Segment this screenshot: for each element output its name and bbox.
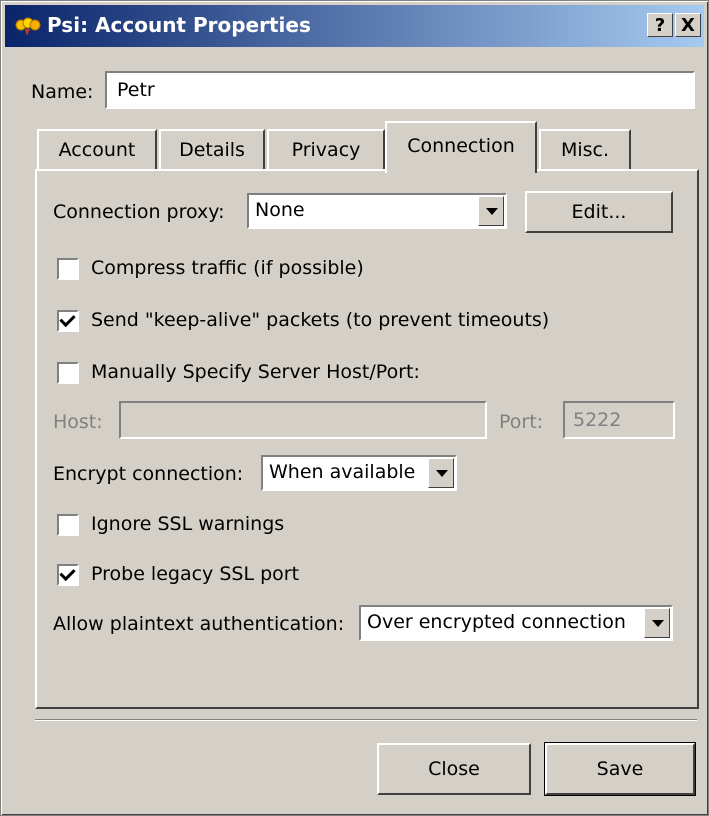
encrypt-select[interactable]: When available: [261, 455, 457, 491]
port-input[interactable]: 5222: [563, 401, 675, 439]
name-input[interactable]: Petr: [105, 71, 695, 109]
proxy-value: None: [255, 199, 305, 221]
proxy-select[interactable]: None: [247, 193, 507, 229]
tab-connection[interactable]: Connection: [385, 121, 537, 173]
chevron-down-icon[interactable]: [478, 196, 504, 226]
tab-misc[interactable]: Misc.: [539, 129, 631, 171]
keepalive-checkbox[interactable]: [57, 310, 79, 332]
close-button[interactable]: Close: [377, 743, 531, 795]
plaintext-label: Allow plaintext authentication:: [53, 613, 345, 635]
chevron-down-icon[interactable]: [644, 608, 670, 638]
encrypt-label: Encrypt connection:: [53, 463, 244, 485]
save-button[interactable]: Save: [544, 742, 696, 796]
manual-host-label: Manually Specify Server Host/Port:: [91, 361, 420, 383]
proxy-label: Connection proxy:: [53, 201, 225, 223]
close-window-button[interactable]: X: [675, 13, 701, 37]
chevron-down-icon[interactable]: [428, 458, 454, 488]
compress-label: Compress traffic (if possible): [91, 257, 364, 279]
keepalive-label: Send "keep-alive" packets (to prevent ti…: [91, 309, 550, 331]
ignore-ssl-label: Ignore SSL warnings: [91, 513, 285, 535]
probe-ssl-label: Probe legacy SSL port: [91, 563, 300, 585]
name-label: Name:: [31, 81, 94, 103]
plaintext-select[interactable]: Over encrypted connection: [359, 605, 673, 641]
host-input[interactable]: [119, 401, 487, 439]
probe-ssl-checkbox[interactable]: [57, 564, 79, 586]
help-button[interactable]: ?: [647, 13, 673, 37]
compress-checkbox[interactable]: [57, 258, 79, 280]
title-bar[interactable]: Psi: Account Properties ? X: [5, 5, 704, 47]
port-label: Port:: [499, 411, 544, 433]
edit-proxy-button[interactable]: Edit...: [525, 191, 673, 233]
manual-host-checkbox[interactable]: [57, 362, 79, 384]
psi-app-icon: [15, 17, 41, 36]
ignore-ssl-checkbox[interactable]: [57, 514, 79, 536]
footer-divider: [35, 719, 697, 721]
account-properties-window: Psi: Account Properties ? X Name: Petr A…: [0, 0, 709, 816]
window-title: Psi: Account Properties: [47, 13, 311, 37]
plaintext-value: Over encrypted connection: [367, 611, 626, 633]
host-label: Host:: [53, 411, 103, 433]
encrypt-value: When available: [269, 461, 416, 483]
tab-privacy[interactable]: Privacy: [267, 129, 385, 171]
tab-details[interactable]: Details: [159, 129, 265, 171]
tab-account[interactable]: Account: [37, 129, 157, 171]
